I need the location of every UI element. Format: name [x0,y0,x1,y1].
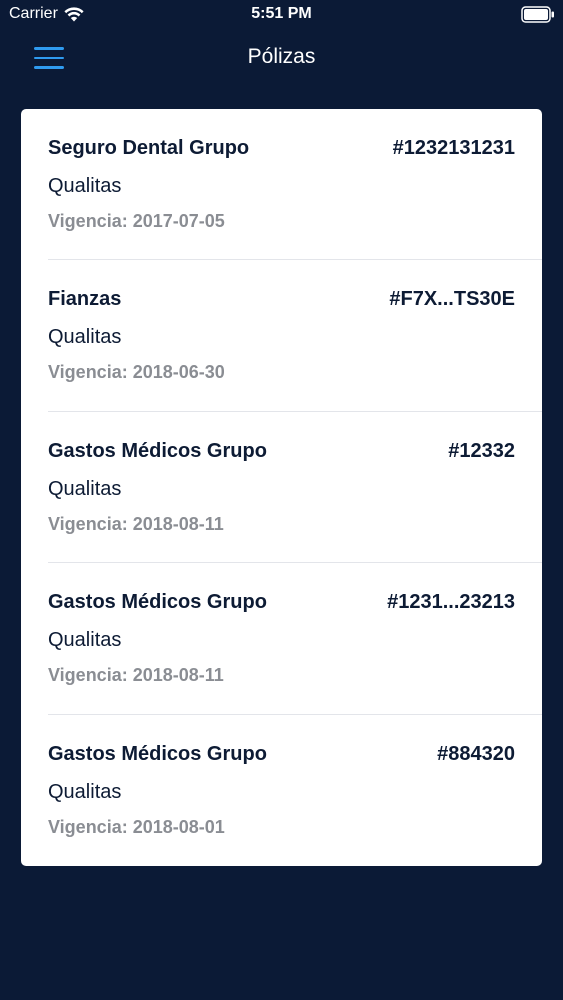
policy-name: Gastos Médicos Grupo [48,439,267,462]
policy-name: Gastos Médicos Grupo [48,591,267,614]
policy-validity: Vigencia: 2018-08-11 [48,513,224,534]
policy-name: Seguro Dental Grupo [48,137,250,159]
policy-row[interactable]: Seguro Dental Grupo #1232131231 Qualitas… [21,109,542,261]
status-bar: Carrier 5:51 PM [0,0,563,30]
policy-validity: Vigencia: 2018-08-11 [48,665,224,686]
policy-company: Qualitas [48,175,122,197]
policy-validity: Vigencia: 2018-08-01 [48,816,225,837]
policy-number: #1232131231 [392,137,515,159]
policy-number: #F7X...TS30E [389,288,515,311]
policy-name: Gastos Médicos Grupo [48,742,267,765]
navigation-bar: Pólizas [0,30,563,86]
policy-company: Qualitas [48,780,122,803]
policy-validity: Vigencia: 2017-07-05 [48,211,225,231]
policy-number: #1231...23213 [387,591,515,614]
policy-validity: Vigencia: 2018-06-30 [48,362,225,383]
policy-list: Seguro Dental Grupo #1232131231 Qualitas… [21,109,542,866]
app-screen: Carrier 5:51 PM Pólizas Seguro Dental Gr… [0,0,563,1000]
policy-company: Qualitas [48,477,122,500]
policy-row[interactable]: Gastos Médicos Grupo #1231...23213 Quali… [21,563,542,715]
policy-number: #884320 [437,742,515,765]
page-title: Pólizas [247,45,316,68]
policy-number: #12332 [448,439,515,462]
policy-row[interactable]: Gastos Médicos Grupo #12332 Qualitas Vig… [21,412,542,564]
policy-company: Qualitas [48,629,122,652]
policy-row[interactable]: Fianzas #F7X...TS30E Qualitas Vigencia: … [21,260,542,413]
policy-company: Qualitas [48,326,122,349]
policy-row[interactable]: Gastos Médicos Grupo #884320 Qualitas Vi… [21,715,542,866]
battery-icon [521,6,554,23]
status-time: 5:51 PM [251,5,312,22]
policy-name: Fianzas [48,288,122,311]
